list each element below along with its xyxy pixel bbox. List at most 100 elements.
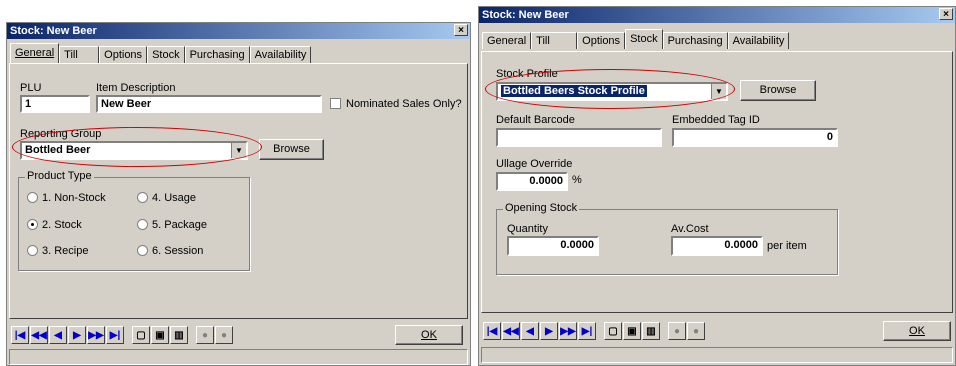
left-close-button[interactable]: × xyxy=(454,24,468,36)
left-tab-options[interactable]: Options xyxy=(99,46,148,63)
radio-session-label: 6. Session xyxy=(152,245,204,257)
left-browse-button[interactable]: Browse xyxy=(259,139,324,160)
item-description-label: Item Description xyxy=(96,82,176,94)
left-tab-general[interactable]: General xyxy=(10,43,60,63)
radio-non-stock-label: 1. Non-Stock xyxy=(42,192,106,204)
delete-trash-icon[interactable]: ▥ xyxy=(642,322,660,340)
plu-label: PLU xyxy=(20,82,42,94)
stock-profile-dropdown-icon[interactable]: ▼ xyxy=(711,84,726,99)
opening-stock-label: Opening Stock xyxy=(503,202,580,214)
radio-package-label: 5. Package xyxy=(152,219,208,231)
right-tab-panel: Stock Profile Bottled Beers Stock Profil… xyxy=(481,51,953,313)
stock-profile-label: Stock Profile xyxy=(496,68,558,80)
circle-icon: ● xyxy=(687,322,705,340)
reporting-group-combo[interactable]: Bottled Beer ▼ xyxy=(20,141,248,160)
right-tab-general[interactable]: General xyxy=(482,32,532,49)
embedded-tag-field[interactable]: 0 xyxy=(672,128,838,147)
nominated-sales-label: Nominated Sales Only? xyxy=(346,98,462,110)
right-tab-availability[interactable]: Availability xyxy=(727,32,790,49)
left-tab-strip: General Till Options Stock Purchasing Av… xyxy=(10,43,312,63)
right-tab-stock[interactable]: Stock xyxy=(625,29,663,49)
copy-document-icon[interactable]: ▣ xyxy=(623,322,641,340)
last-record-icon[interactable]: ▶| xyxy=(106,326,124,344)
nominated-sales-checkbox[interactable]: Nominated Sales Only? xyxy=(330,98,462,110)
quantity-field[interactable]: 0.0000 xyxy=(507,236,599,256)
radio-usage-label: 4. Usage xyxy=(152,192,197,204)
fast-forward-icon[interactable]: ▶▶ xyxy=(559,322,577,340)
lock-icon: ● xyxy=(668,322,686,340)
left-window: Stock: New Beer × General Till Options S… xyxy=(6,22,471,366)
prev-record-icon[interactable]: ◀ xyxy=(521,322,539,340)
nominated-sales-box[interactable] xyxy=(330,98,341,109)
default-barcode-field[interactable] xyxy=(496,128,662,147)
right-tab-options[interactable]: Options xyxy=(577,32,626,49)
radio-usage[interactable]: 4. Usage xyxy=(137,192,196,204)
left-title-bar: Stock: New Beer × xyxy=(7,23,470,39)
opening-stock-group: Opening Stock Quantity 0.0000 Av.Cost 0.… xyxy=(496,202,838,275)
right-nav-bar: |◀ ◀◀ ◀ ▶ ▶▶ ▶| ▢ ▣ ▥ ● ● OK xyxy=(479,317,955,345)
product-type-label: Product Type xyxy=(25,170,94,182)
reporting-group-dropdown-icon[interactable]: ▼ xyxy=(231,143,246,158)
embedded-tag-label: Embedded Tag ID xyxy=(672,114,760,126)
fast-back-icon[interactable]: ◀◀ xyxy=(30,326,48,344)
next-record-icon[interactable]: ▶ xyxy=(68,326,86,344)
reporting-group-value: Bottled Beer xyxy=(25,144,91,156)
radio-recipe[interactable]: 3. Recipe xyxy=(27,245,88,257)
left-tab-stock[interactable]: Stock xyxy=(147,46,185,63)
lock-icon: ● xyxy=(196,326,214,344)
radio-usage-circle[interactable] xyxy=(137,192,148,203)
radio-stock-label: 2. Stock xyxy=(42,219,82,231)
ullage-unit-label: % xyxy=(572,174,582,186)
item-description-field[interactable]: New Beer xyxy=(96,95,322,113)
quantity-label: Quantity xyxy=(507,223,548,235)
left-status-bar xyxy=(9,349,468,365)
radio-stock[interactable]: 2. Stock xyxy=(27,219,82,231)
left-tab-availability[interactable]: Availability xyxy=(249,46,312,63)
av-cost-label: Av.Cost xyxy=(671,223,709,235)
reporting-group-label: Reporting Group xyxy=(20,128,102,140)
last-record-icon[interactable]: ▶| xyxy=(578,322,596,340)
ullage-override-label: Ullage Override xyxy=(496,158,573,170)
radio-package[interactable]: 5. Package xyxy=(137,219,207,231)
av-cost-field[interactable]: 0.0000 xyxy=(671,236,763,256)
left-window-title: Stock: New Beer xyxy=(10,25,97,37)
right-close-button[interactable]: × xyxy=(939,8,953,20)
radio-non-stock-circle[interactable] xyxy=(27,192,38,203)
ullage-override-field[interactable]: 0.0000 xyxy=(496,172,568,191)
plu-field[interactable]: 1 xyxy=(20,95,90,113)
new-document-icon[interactable]: ▢ xyxy=(604,322,622,340)
radio-non-stock[interactable]: 1. Non-Stock xyxy=(27,192,106,204)
right-title-bar: Stock: New Beer × xyxy=(479,7,955,23)
stock-profile-combo[interactable]: Bottled Beers Stock Profile ▼ xyxy=(496,82,728,101)
left-tab-purchasing[interactable]: Purchasing xyxy=(184,46,250,63)
prev-record-icon[interactable]: ◀ xyxy=(49,326,67,344)
left-nav-bar: |◀ ◀◀ ◀ ▶ ▶▶ ▶| ▢ ▣ ▥ ● ● OK xyxy=(7,321,470,349)
fast-back-icon[interactable]: ◀◀ xyxy=(502,322,520,340)
product-type-group: Product Type 1. Non-Stock 4. Usage 2. St… xyxy=(18,170,250,271)
circle-icon: ● xyxy=(215,326,233,344)
radio-stock-circle[interactable] xyxy=(27,219,38,230)
radio-session[interactable]: 6. Session xyxy=(137,245,203,257)
radio-package-circle[interactable] xyxy=(137,219,148,230)
right-ok-button[interactable]: OK xyxy=(883,321,951,341)
copy-document-icon[interactable]: ▣ xyxy=(151,326,169,344)
left-ok-button[interactable]: OK xyxy=(395,325,463,345)
per-item-label: per item xyxy=(767,240,807,252)
delete-trash-icon[interactable]: ▥ xyxy=(170,326,188,344)
left-tab-till[interactable]: Till xyxy=(59,46,100,63)
first-record-icon[interactable]: |◀ xyxy=(483,322,501,340)
right-tab-purchasing[interactable]: Purchasing xyxy=(662,32,728,49)
right-browse-button[interactable]: Browse xyxy=(740,80,816,101)
new-document-icon[interactable]: ▢ xyxy=(132,326,150,344)
right-window: Stock: New Beer × General Till Options S… xyxy=(478,6,956,366)
right-window-title: Stock: New Beer xyxy=(482,9,569,21)
fast-forward-icon[interactable]: ▶▶ xyxy=(87,326,105,344)
first-record-icon[interactable]: |◀ xyxy=(11,326,29,344)
right-tab-till[interactable]: Till xyxy=(531,32,578,49)
default-barcode-label: Default Barcode xyxy=(496,114,575,126)
stock-profile-value: Bottled Beers Stock Profile xyxy=(501,85,647,97)
radio-session-circle[interactable] xyxy=(137,245,148,256)
radio-recipe-circle[interactable] xyxy=(27,245,38,256)
left-tab-panel: PLU 1 Item Description New Beer Nominate… xyxy=(9,63,468,319)
next-record-icon[interactable]: ▶ xyxy=(540,322,558,340)
